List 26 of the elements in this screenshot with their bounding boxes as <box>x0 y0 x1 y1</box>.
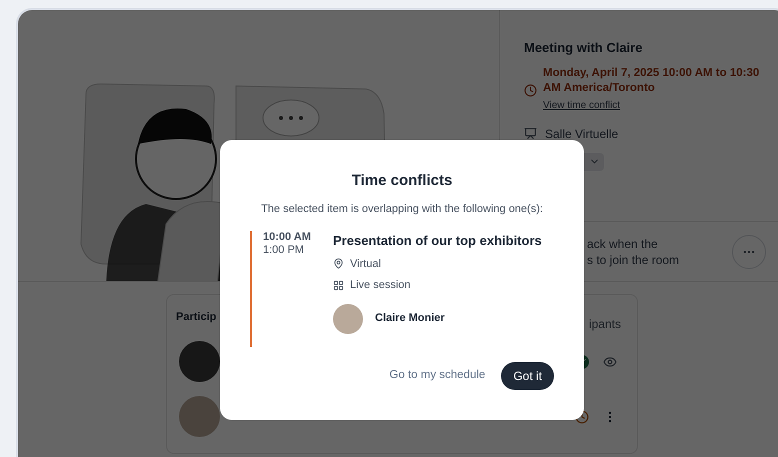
session-location: Virtual <box>350 256 381 272</box>
participants-title: Particip <box>176 310 216 325</box>
location-pin-icon <box>333 258 344 270</box>
meeting-datetime: Monday, April 7, 2025 10:00 AM to 10:30 AM America/Toronto <box>543 66 760 96</box>
avatar <box>333 304 363 334</box>
column-header: ipants <box>588 316 621 333</box>
notice-text: ack when the <box>587 236 659 252</box>
notice-text: s to join the room <box>587 252 680 268</box>
session-format: Live session <box>350 278 411 293</box>
screen-icon <box>524 127 537 140</box>
room-name: Salle Virtuelle <box>545 126 618 142</box>
clock-icon <box>524 84 537 96</box>
eye-icon[interactable] <box>603 354 617 368</box>
end-time: 1:00 PM <box>263 244 305 257</box>
avatar <box>179 396 220 437</box>
speaker-name: Claire Monier <box>375 311 445 326</box>
start-time: 10:00 AM <box>263 231 312 244</box>
got-it-button[interactable]: Got it <box>501 362 554 390</box>
dialog-subtitle: The selected item is overlapping with the following one(s): <box>260 202 544 216</box>
session-title: Presentation of our top exhibitors <box>333 232 542 250</box>
grid-icon <box>333 280 344 291</box>
avatar <box>179 341 220 382</box>
meeting-title: Meeting with Claire <box>524 39 644 57</box>
dialog-title: Time conflicts <box>350 171 454 191</box>
schedule-link[interactable]: Go to my schedule <box>389 367 486 385</box>
view-conflict-link[interactable]: View time conflict <box>543 98 620 112</box>
